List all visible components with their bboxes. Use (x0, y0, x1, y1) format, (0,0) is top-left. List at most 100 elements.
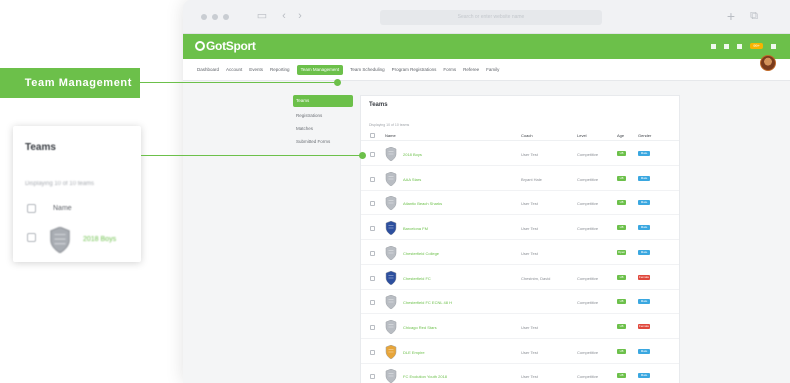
team-coach: User Test (521, 374, 538, 380)
team-level: Competitive (577, 275, 599, 281)
column-coach[interactable]: Coach (521, 133, 533, 138)
team-level: Competitive (577, 201, 599, 207)
row-checkbox[interactable] (370, 374, 375, 380)
zoom-callout: Teams Displaying 10 of 10 teams Name 201… (13, 126, 141, 262)
age-badge: U8 (617, 175, 626, 181)
new-tab-icon[interactable]: + (724, 9, 738, 23)
select-all-checkbox[interactable] (370, 133, 375, 138)
menu-icon[interactable] (711, 43, 717, 49)
team-coach: User Test (521, 349, 538, 355)
gender-badge: Male (638, 348, 650, 354)
nav-team-scheduling[interactable]: Team Scheduling (350, 66, 385, 75)
sidebar-toggle-icon[interactable]: ▭ (255, 10, 269, 22)
team-level: Competitive (577, 152, 599, 157)
logo-mark-icon (195, 41, 205, 51)
forward-icon[interactable]: › (293, 10, 307, 22)
sidebar-item-registrations[interactable]: Registrations (293, 109, 353, 122)
team-crest-icon (385, 171, 397, 186)
minimize-dot[interactable] (212, 14, 218, 20)
team-name-link[interactable]: Chicago Red Stars (403, 325, 437, 330)
zoom-teams-count: Displaying 10 of 10 teams (25, 181, 95, 187)
team-level: Competitive (577, 176, 599, 182)
gender-badge: Female (638, 323, 650, 329)
nav-events[interactable]: Events (249, 66, 263, 75)
profile-icon[interactable] (724, 43, 730, 49)
nav-reporting[interactable]: Reporting (270, 66, 290, 75)
close-dot[interactable] (201, 14, 207, 20)
tabs-overview-icon[interactable]: ⧉ (747, 10, 761, 22)
column-level[interactable]: Level (577, 133, 587, 138)
team-name-link[interactable]: 2018 Boys (403, 152, 422, 157)
sidebar-item-teams[interactable]: Teams (293, 95, 353, 107)
nav-dashboard[interactable]: Dashboard (197, 66, 219, 75)
browser-titlebar: ▭ ‹ › Search or enter website name + ⧉ (183, 0, 790, 34)
table-row[interactable]: FC Evolution Youth 2018 User Test Competit… (361, 364, 679, 383)
age-badge: U8 (617, 299, 626, 305)
table-row[interactable]: DLE Empire User Test Competitive U8 Male (361, 340, 679, 364)
row-checkbox[interactable] (370, 324, 375, 330)
row-checkbox[interactable] (370, 226, 375, 232)
team-name-link[interactable]: Atlantic Beach Sharks (403, 201, 442, 206)
back-icon[interactable]: ‹ (277, 10, 291, 22)
row-checkbox[interactable] (370, 300, 375, 306)
notifications-icon[interactable] (737, 43, 743, 49)
row-checkbox[interactable] (370, 275, 375, 281)
age-badge: U8 (617, 151, 626, 156)
team-coach: Bryant Hale (521, 176, 542, 182)
maximize-dot[interactable] (223, 14, 229, 20)
team-name-link[interactable]: Barcelona FM (403, 226, 428, 231)
row-checkbox[interactable] (370, 349, 375, 355)
team-level: Competitive (577, 374, 599, 380)
column-age[interactable]: Age (617, 133, 624, 138)
callout-pin-2 (359, 152, 366, 159)
page-content: Teams Registrations Matches Submitted Fo… (183, 81, 790, 383)
browser-window: ▭ ‹ › Search or enter website name + ⧉ G… (183, 0, 790, 383)
address-bar[interactable]: Search or enter website name (380, 10, 602, 25)
nav-family[interactable]: Family (486, 66, 499, 75)
table-row[interactable]: Barcelona FM User Test Competitive U8 Male (361, 216, 679, 241)
apps-icon[interactable] (771, 43, 776, 49)
zoom-row-checkbox (27, 233, 36, 242)
team-name-link[interactable]: DLE Empire (403, 350, 425, 355)
table-row[interactable]: Chesterfield College User Test Open Male (361, 241, 679, 265)
age-badge: U8 (617, 323, 626, 329)
table-row[interactable]: AAA Stars Bryant Hale Competitive U8 Male (361, 167, 679, 191)
column-gender[interactable]: Gender (638, 133, 651, 138)
notification-badge[interactable]: 99+ (750, 43, 763, 49)
team-name-link[interactable]: Chesterfield FC (403, 276, 431, 281)
zoom-row: 2018 Boys (13, 224, 141, 253)
table-row[interactable]: 2018 Boys User Test Competitive U8 Male (361, 142, 679, 166)
nav-team-management[interactable]: Team Management (296, 65, 344, 75)
row-checkbox[interactable] (370, 201, 375, 207)
user-avatar[interactable] (760, 55, 776, 71)
nav-forms[interactable]: Forms (443, 66, 456, 75)
age-badge: Open (617, 249, 626, 255)
team-management-sidebar: Teams Registrations Matches Submitted Fo… (293, 95, 353, 148)
gotsport-logo[interactable]: GotSport (195, 39, 256, 54)
zoom-select-all-checkbox (27, 204, 36, 213)
row-checkbox[interactable] (370, 250, 375, 256)
nav-program-registrations[interactable]: Program Registrations (392, 66, 437, 75)
logo-text: GotSport (206, 39, 256, 53)
table-row[interactable]: Atlantic Beach Sharks User Test Competitiv… (361, 191, 679, 216)
callout-connector-1 (140, 82, 338, 83)
team-coach: User Test (521, 226, 538, 232)
app-header: GotSport 99+ (183, 34, 790, 59)
row-checkbox[interactable] (370, 152, 375, 157)
nav-referee[interactable]: Referee (463, 66, 479, 75)
row-checkbox[interactable] (370, 176, 375, 182)
zoom-team-crest-icon (50, 227, 70, 253)
team-name-link[interactable]: Chesterfield College (403, 251, 439, 256)
team-name-link[interactable]: FC Evolution Youth 2018 (403, 374, 447, 379)
sidebar-item-matches[interactable]: Matches (293, 122, 353, 135)
table-row[interactable]: Chesterfield FC ECNL 48 H Competitive U8 Ma… (361, 290, 679, 315)
nav-account[interactable]: Account (226, 66, 242, 75)
table-row[interactable]: Chesterfield FC Chestnim, David Competitiv… (361, 266, 679, 290)
table-row[interactable]: Chicago Red Stars User Test U8 Female (361, 315, 679, 339)
header-actions: 99+ (711, 43, 776, 49)
team-name-link[interactable]: Chesterfield FC ECNL 48 H (403, 300, 452, 305)
teams-count: Displaying 10 of 10 teams (369, 123, 410, 127)
team-name-link[interactable]: AAA Stars (403, 177, 421, 182)
column-name[interactable]: Name (385, 133, 396, 138)
sidebar-item-submitted-forms[interactable]: Submitted Forms (293, 135, 353, 148)
